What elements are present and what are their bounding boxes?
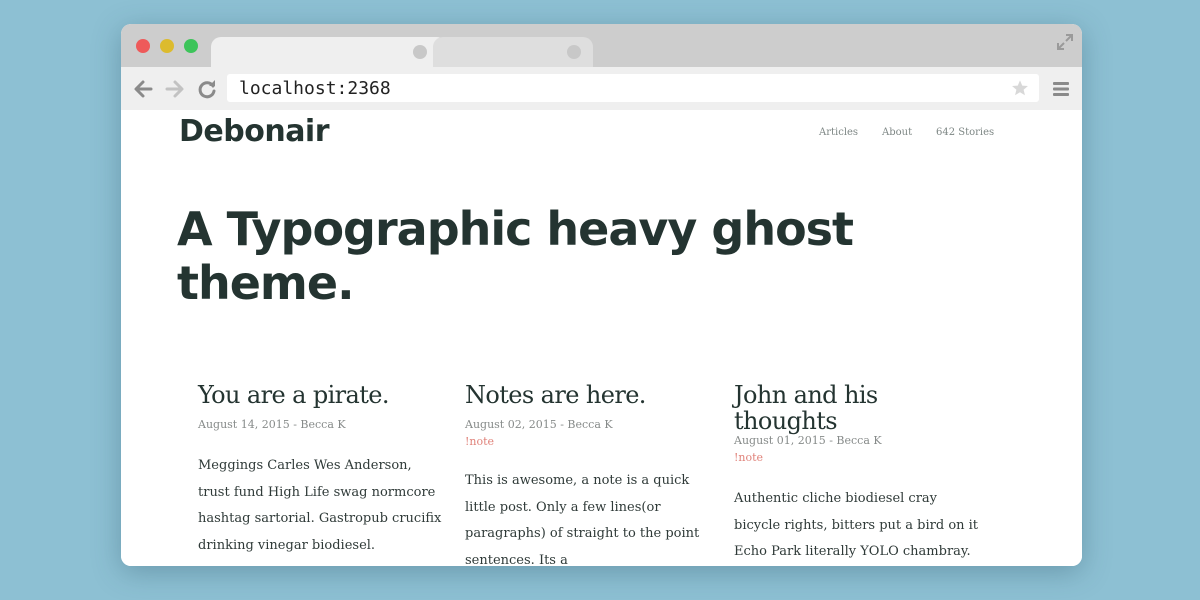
post-tag[interactable]: !note <box>734 451 979 464</box>
close-window-button[interactable] <box>136 39 150 53</box>
post-card: John and his thoughts August 01, 2015 - … <box>734 382 979 566</box>
post-meta: August 14, 2015 - Becca K <box>198 418 346 431</box>
post-meta: August 02, 2015 - Becca K <box>465 418 613 431</box>
url-text: localhost:2368 <box>239 78 391 99</box>
hero-heading: A Typographic heavy ghost theme. <box>177 202 854 310</box>
post-title[interactable]: You are a pirate. <box>198 382 443 408</box>
tab-close-icon[interactable] <box>567 45 581 59</box>
page-content: Debonair Articles About 642 Stories A Ty… <box>121 110 1082 566</box>
browser-tab-inactive[interactable] <box>433 37 593 67</box>
browser-window: localhost:2368 Debonair Articles About 6… <box>121 24 1082 566</box>
post-card: You are a pirate. August 14, 2015 - Becc… <box>198 382 443 559</box>
nav-about[interactable]: About <box>882 127 912 138</box>
post-title[interactable]: Notes are here. <box>465 382 710 408</box>
hamburger-menu-icon[interactable] <box>1052 80 1070 98</box>
address-bar[interactable]: localhost:2368 <box>227 74 1039 102</box>
site-title[interactable]: Debonair <box>179 114 330 149</box>
post-tag[interactable]: !note <box>465 435 710 448</box>
post-excerpt: Meggings Carles Wes Anderson, trust fund… <box>198 458 442 553</box>
browser-tab-active[interactable] <box>211 37 447 67</box>
expand-icon[interactable] <box>1056 33 1074 51</box>
nav-stories[interactable]: 642 Stories <box>936 127 994 138</box>
post-meta: August 01, 2015 - Becca K <box>734 434 882 447</box>
post-card: Notes are here. August 02, 2015 - Becca … <box>465 382 710 566</box>
post-excerpt: This is awesome, a note is a quick littl… <box>465 473 700 566</box>
minimize-window-button[interactable] <box>160 39 174 53</box>
star-icon[interactable] <box>1011 79 1029 97</box>
arrow-right-icon[interactable] <box>164 78 186 100</box>
post-excerpt: Authentic cliche biodiesel cray bicycle … <box>734 491 979 559</box>
title-bar <box>121 24 1082 67</box>
post-title[interactable]: John and his thoughts <box>734 382 979 434</box>
browser-toolbar: localhost:2368 <box>121 67 1082 111</box>
maximize-window-button[interactable] <box>184 39 198 53</box>
tab-close-icon[interactable] <box>413 45 427 59</box>
reload-icon[interactable] <box>196 78 218 100</box>
nav-articles[interactable]: Articles <box>819 127 858 138</box>
arrow-left-icon[interactable] <box>132 78 154 100</box>
